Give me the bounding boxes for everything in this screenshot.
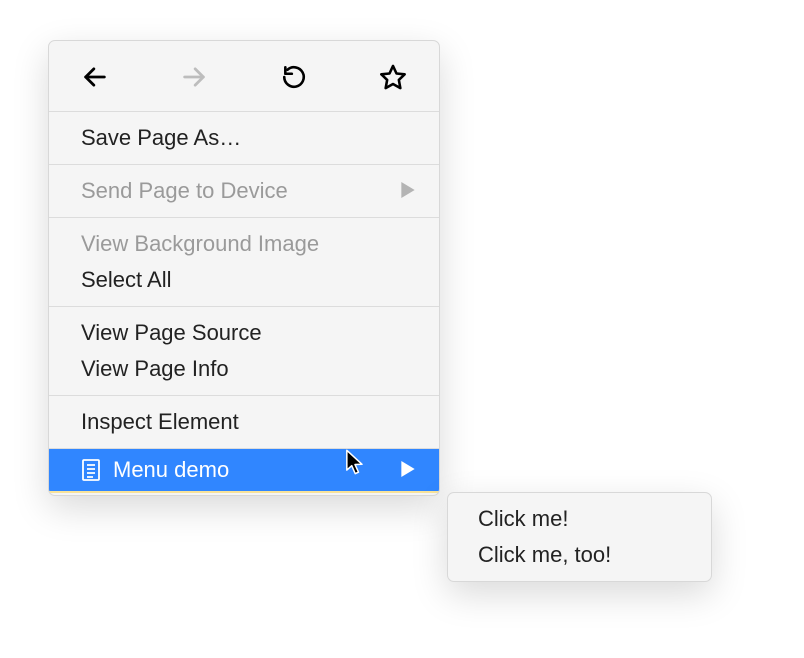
separator — [49, 491, 439, 493]
menu-item-inspect-element[interactable]: Inspect Element — [49, 404, 439, 440]
chevron-right-icon — [401, 176, 415, 206]
cursor-icon — [345, 449, 365, 485]
forward-button[interactable] — [176, 61, 212, 97]
back-button[interactable] — [77, 61, 113, 97]
menu-item-save-page-as[interactable]: Save Page As… — [49, 120, 439, 156]
reload-icon — [281, 64, 307, 95]
menu-group: Inspect Element — [49, 396, 439, 448]
submenu-item-click-me-too[interactable]: Click me, too! — [448, 537, 711, 573]
menu-group: Send Page to Device — [49, 165, 439, 217]
navigation-toolbar — [49, 43, 439, 111]
menu-item-send-page-to-device: Send Page to Device — [49, 173, 439, 209]
bookmark-button[interactable] — [375, 61, 411, 97]
menu-item-label: View Page Source — [81, 318, 262, 348]
submenu-item-click-me[interactable]: Click me! — [448, 501, 711, 537]
page-icon — [81, 458, 101, 482]
menu-item-label: Save Page As… — [81, 123, 241, 153]
menu-item-menu-demo[interactable]: Menu demo — [49, 449, 439, 491]
menu-item-label: Inspect Element — [81, 407, 239, 437]
menu-group: Save Page As… — [49, 112, 439, 164]
forward-arrow-icon — [180, 63, 208, 96]
menu-group: View Page Source View Page Info — [49, 307, 439, 395]
chevron-right-icon — [401, 455, 415, 485]
reload-button[interactable] — [276, 61, 312, 97]
menu-item-select-all[interactable]: Select All — [49, 262, 439, 298]
back-arrow-icon — [81, 63, 109, 96]
menu-group: View Background Image Select All — [49, 218, 439, 306]
menu-item-label: Menu demo — [113, 455, 229, 485]
menu-item-label: Select All — [81, 265, 172, 295]
submenu: Click me! Click me, too! — [447, 492, 712, 582]
menu-item-label: View Page Info — [81, 354, 229, 384]
menu-item-label: Click me! — [478, 506, 568, 531]
star-icon — [379, 63, 407, 96]
menu-item-label: View Background Image — [81, 229, 319, 259]
menu-item-label: Click me, too! — [478, 542, 611, 567]
menu-item-view-background-image: View Background Image — [49, 226, 439, 262]
menu-item-view-page-info[interactable]: View Page Info — [49, 351, 439, 387]
context-menu: Save Page As… Send Page to Device View B… — [48, 40, 440, 496]
menu-item-view-page-source[interactable]: View Page Source — [49, 315, 439, 351]
menu-item-label: Send Page to Device — [81, 176, 288, 206]
